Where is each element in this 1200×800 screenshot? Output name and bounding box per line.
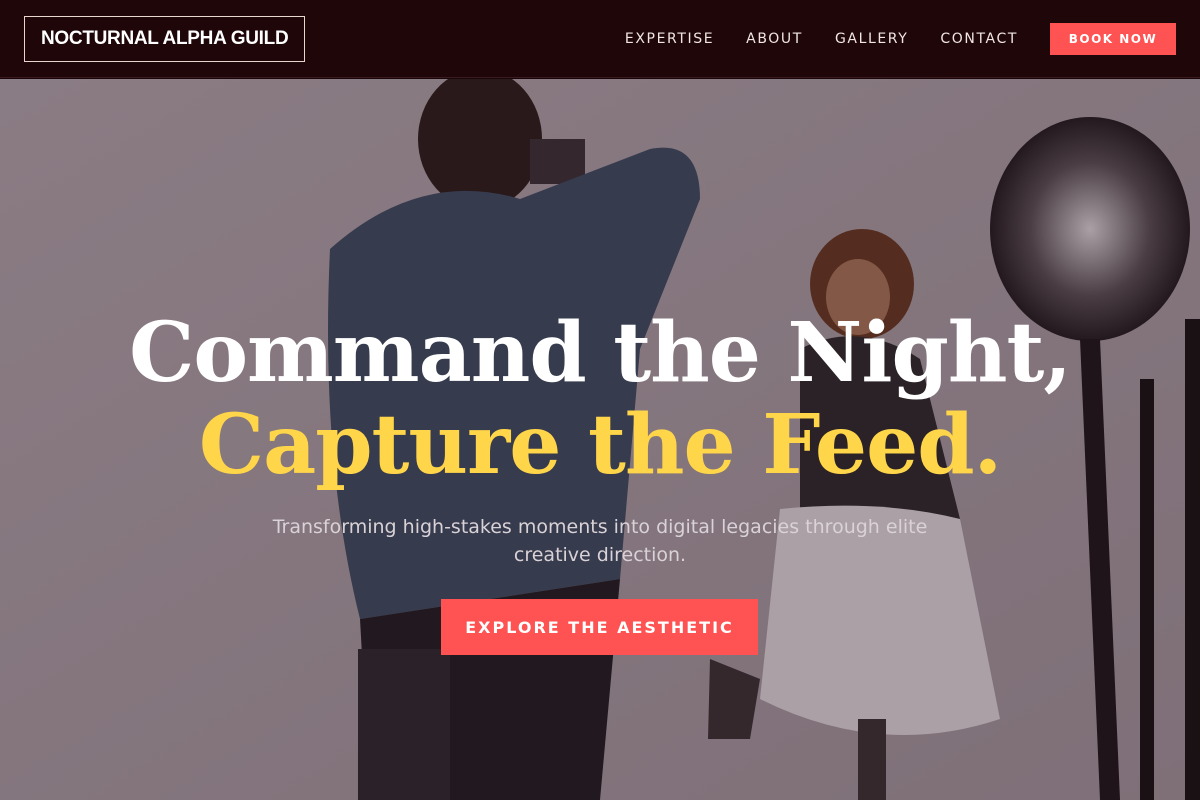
headline-line-primary: Command the Night,	[129, 305, 1072, 401]
headline-line-highlight: Capture the Feed.	[198, 397, 1002, 493]
hero-subtitle: Transforming high-stakes moments into di…	[272, 516, 928, 566]
hero-section: Command the Night, Capture the Feed. Tra…	[0, 79, 1200, 800]
main-nav: EXPERTISE ABOUT GALLERY CONTACT BOOK NOW	[625, 22, 1176, 55]
nav-link-gallery[interactable]: GALLERY	[835, 31, 908, 47]
brand-logo[interactable]: NOCTURNAL ALPHA GUILD	[24, 15, 306, 62]
explore-aesthetic-button[interactable]: EXPLORE THE AESTHETIC	[441, 599, 758, 655]
book-now-button[interactable]: BOOK NOW	[1050, 22, 1176, 55]
hero-headline: Command the Night, Capture the Feed.	[0, 307, 1200, 491]
nav-link-about[interactable]: ABOUT	[746, 31, 803, 47]
nav-link-contact[interactable]: CONTACT	[940, 31, 1018, 47]
top-navbar: NOCTURNAL ALPHA GUILD EXPERTISE ABOUT GA…	[0, 0, 1200, 78]
nav-link-expertise[interactable]: EXPERTISE	[625, 31, 714, 47]
